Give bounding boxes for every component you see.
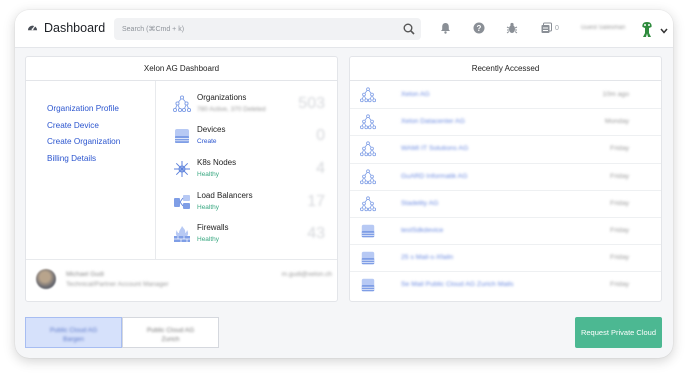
svg-text:?: ?: [477, 24, 482, 33]
kubernetes-icon: [173, 160, 191, 178]
bell-icon[interactable]: [440, 22, 451, 36]
stat-value: 4: [316, 160, 325, 177]
item-time: Friday: [610, 172, 629, 180]
stat-value: 503: [298, 95, 325, 112]
tab-cloud-location-1[interactable]: Public Cloud AG Bargen: [25, 317, 122, 348]
stat-label: Devices: [197, 125, 226, 134]
device-icon: [173, 127, 191, 145]
page-title: Dashboard: [44, 21, 106, 35]
task-count: 0: [555, 25, 559, 32]
stat-value: 0: [316, 127, 325, 144]
item-name[interactable]: WAMI IT Solutions AG: [401, 145, 468, 152]
item-name[interactable]: 25 s Mail-s-Xfailn: [401, 254, 453, 261]
item-name[interactable]: Xelon AG: [401, 91, 430, 98]
tab-label-line1: Public Cloud AG: [146, 327, 195, 334]
tab-label-line2: Zurich: [161, 336, 180, 343]
help-icon[interactable]: ?: [473, 22, 485, 36]
org-tree-icon: [172, 95, 192, 113]
health-status: Healthy: [197, 171, 220, 178]
search-icon[interactable]: [403, 23, 415, 37]
item-time: 10m ago: [602, 91, 629, 98]
top-bar: Dashboard ? 0 Guest Salesman: [15, 10, 673, 48]
stat-k8s-nodes[interactable]: K8s Nodes Healthy 4: [171, 158, 331, 188]
item-time: Friday: [610, 281, 629, 289]
firewall-icon: [173, 225, 191, 243]
account-manager: Michael Gudi Technical/Partner Account M…: [36, 269, 336, 295]
item-name[interactable]: GuARD Informatik AG: [401, 173, 467, 180]
recent-list: Xelon AG 10m ago Xelon Datacenter AG Mon…: [350, 82, 661, 300]
item-time: Friday: [610, 145, 629, 153]
stat-subtext: 780 Active, 370 Deleted: [197, 106, 266, 113]
org-tree-icon: [359, 141, 377, 157]
card-title: Recently Accessed: [350, 57, 661, 81]
health-status: Healthy: [197, 204, 220, 211]
app-window: Dashboard ? 0 Guest Salesman X: [15, 10, 673, 358]
health-status: Healthy: [197, 236, 220, 243]
org-tree-icon: [359, 196, 377, 212]
stat-load-balancers[interactable]: Load Balancers Healthy 17: [171, 191, 331, 221]
company-dashboard-card: Xelon AG Dashboard Organization Profile …: [25, 56, 338, 302]
create-device-link[interactable]: Create Device: [47, 118, 120, 135]
create-device-sub-link[interactable]: Create: [197, 138, 217, 145]
org-tree-icon: [359, 114, 377, 130]
list-item[interactable]: Se Mail Public Cloud AG Zurich Mails Fri…: [350, 272, 661, 299]
chevron-down-icon[interactable]: [660, 26, 668, 36]
request-private-cloud-button[interactable]: Request Private Cloud: [575, 317, 662, 348]
manager-avatar: [36, 269, 56, 289]
list-item[interactable]: 25 s Mail-s-Xfailn Friday: [350, 245, 661, 273]
manager-email[interactable]: m.gudi@xelon.ch: [282, 271, 332, 278]
manager-role: Technical/Partner Account Manager: [66, 281, 169, 288]
item-name[interactable]: testSdkdevice: [401, 227, 443, 234]
stat-label: Firewalls: [197, 223, 229, 232]
device-icon: [360, 250, 376, 266]
avatar[interactable]: [639, 21, 655, 40]
item-time: Monday: [604, 118, 629, 126]
item-name[interactable]: Xelon Datacenter AG: [401, 118, 465, 125]
stat-organizations[interactable]: Organizations 780 Active, 370 Deleted 50…: [171, 93, 331, 123]
divider: [26, 259, 337, 260]
quick-links: Organization Profile Create Device Creat…: [47, 101, 120, 167]
list-item[interactable]: GuARD Informatik AG Friday: [350, 164, 661, 191]
item-time: Friday: [610, 199, 629, 207]
billing-details-link[interactable]: Billing Details: [47, 151, 120, 168]
list-item[interactable]: WAMI IT Solutions AG Friday: [350, 136, 661, 164]
item-time: Friday: [610, 226, 629, 234]
tasks-icon[interactable]: [541, 22, 552, 36]
tab-cloud-location-2[interactable]: Public Cloud AG Zurich: [122, 317, 219, 348]
tab-label-line2: Bargen: [63, 336, 84, 343]
stat-label: K8s Nodes: [197, 158, 237, 167]
item-time: Friday: [610, 254, 629, 262]
organization-profile-link[interactable]: Organization Profile: [47, 101, 120, 118]
stat-value: 17: [307, 193, 325, 210]
brand[interactable]: Dashboard: [27, 21, 105, 35]
recently-accessed-card: Recently Accessed Xelon AG 10m ago Xelon…: [349, 56, 662, 302]
search-input[interactable]: [114, 18, 394, 40]
list-item[interactable]: Xelon Datacenter AG Monday: [350, 109, 661, 137]
divider: [155, 81, 156, 259]
list-item[interactable]: Stadelity AG Friday: [350, 191, 661, 218]
bug-icon[interactable]: [506, 22, 518, 36]
manager-name: Michael Gudi: [66, 271, 104, 278]
item-name[interactable]: Se Mail Public Cloud AG Zurich Mails: [401, 281, 514, 288]
card-title: Xelon AG Dashboard: [26, 57, 337, 81]
list-item[interactable]: Xelon AG 10m ago: [350, 82, 661, 110]
stat-label: Organizations: [197, 93, 247, 102]
tab-label-line1: Public Cloud AG: [49, 327, 98, 334]
device-icon: [360, 223, 376, 239]
search-bar[interactable]: [114, 18, 421, 40]
stat-value: 43: [307, 225, 325, 242]
stat-devices[interactable]: Devices Create 0: [171, 125, 331, 155]
create-organization-link[interactable]: Create Organization: [47, 134, 120, 151]
device-icon: [360, 277, 376, 293]
load-balancer-icon: [173, 193, 191, 211]
org-tree-icon: [359, 168, 377, 185]
speedometer-icon: [27, 22, 38, 35]
item-name[interactable]: Stadelity AG: [401, 200, 438, 207]
stat-label: Load Balancers: [197, 191, 253, 200]
user-name[interactable]: Guest Salesman: [581, 25, 625, 31]
org-tree-icon: [359, 87, 377, 103]
stat-firewalls[interactable]: Firewalls Healthy 43: [171, 223, 331, 253]
list-item[interactable]: testSdkdevice Friday: [350, 218, 661, 246]
